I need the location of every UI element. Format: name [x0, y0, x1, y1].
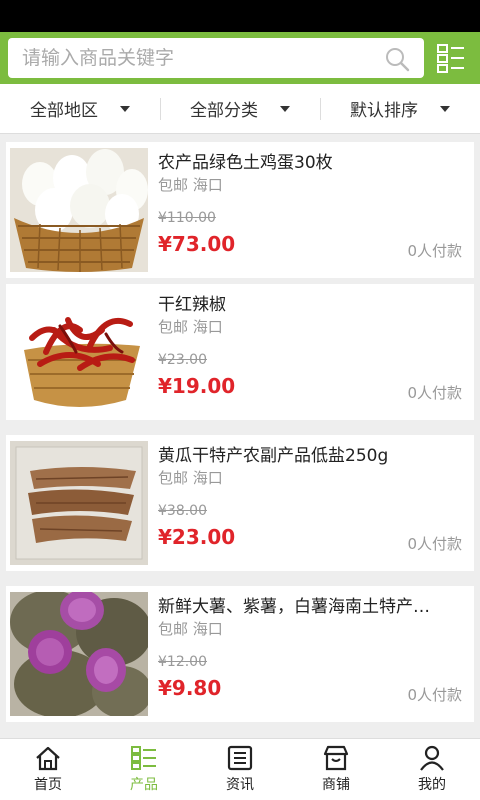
caret-down-icon — [120, 105, 130, 112]
tab-home[interactable]: 首页 — [0, 739, 96, 800]
search-input[interactable] — [22, 47, 372, 69]
product-list: 农产品绿色土鸡蛋30枚 包邮 海口 ¥110.00 ¥73.00 0人付款 干红… — [0, 134, 480, 738]
tab-news-label: 资讯 — [226, 777, 254, 793]
news-icon — [227, 745, 253, 771]
product-card[interactable]: 干红辣椒 包邮 海口 ¥23.00 ¥19.00 0人付款 — [6, 284, 474, 420]
product-paid-count: 0人付款 — [407, 686, 462, 704]
product-paid-count: 0人付款 — [407, 535, 462, 553]
product-image-dried-cucumber — [10, 441, 148, 565]
product-price: ¥73.00 — [158, 232, 236, 256]
filter-category[interactable]: 全部分类 — [160, 84, 320, 133]
tab-store-label: 商铺 — [322, 777, 350, 793]
product-old-price: ¥38.00 — [158, 503, 207, 519]
tab-mine-label: 我的 — [418, 777, 446, 793]
product-image-eggs — [10, 148, 148, 272]
product-paid-count: 0人付款 — [407, 384, 462, 402]
search-box[interactable] — [8, 38, 424, 78]
product-shipping: 包邮 海口 — [158, 620, 223, 638]
store-icon — [323, 745, 349, 771]
filter-sort[interactable]: 默认排序 — [320, 84, 480, 133]
product-shipping: 包邮 海口 — [158, 469, 223, 487]
product-title: 干红辣椒 — [158, 295, 226, 315]
product-price: ¥19.00 — [158, 374, 236, 398]
product-title: 农产品绿色土鸡蛋30枚 — [158, 153, 333, 173]
filter-region-label: 全部地区 — [30, 101, 98, 121]
product-title: 新鲜大薯、紫薯，白薯海南土特产… — [158, 597, 430, 617]
caret-down-icon — [440, 105, 450, 112]
product-image-purple-yam — [10, 592, 148, 716]
category-menu-icon[interactable] — [436, 42, 466, 74]
product-card[interactable]: 新鲜大薯、紫薯，白薯海南土特产… 包邮 海口 ¥12.00 ¥9.80 0人付款 — [6, 586, 474, 722]
product-paid-count: 0人付款 — [407, 242, 462, 260]
product-price: ¥23.00 — [158, 525, 236, 549]
list-icon — [131, 746, 156, 770]
status-bar — [0, 0, 480, 32]
tab-store[interactable]: 商铺 — [288, 739, 384, 800]
tab-products[interactable]: 产品 — [96, 739, 192, 800]
user-icon — [420, 745, 444, 771]
tab-products-label: 产品 — [130, 777, 158, 793]
header-bar — [0, 32, 480, 84]
tab-news[interactable]: 资讯 — [192, 739, 288, 800]
filter-bar: 全部地区 全部分类 默认排序 — [0, 84, 480, 134]
home-icon — [36, 746, 60, 771]
product-title: 黄瓜干特产农副产品低盐250g — [158, 446, 389, 466]
caret-down-icon — [280, 105, 290, 112]
product-old-price: ¥23.00 — [158, 352, 207, 368]
product-image-chili — [10, 290, 148, 414]
filter-category-label: 全部分类 — [190, 101, 258, 121]
filter-region[interactable]: 全部地区 — [0, 84, 160, 133]
tab-mine[interactable]: 我的 — [384, 739, 480, 800]
tab-home-label: 首页 — [34, 777, 62, 793]
bottom-tab-bar: 首页 产品 资讯 商铺 我的 — [0, 738, 480, 800]
product-shipping: 包邮 海口 — [158, 176, 223, 194]
search-icon[interactable] — [384, 46, 410, 72]
product-card[interactable]: 农产品绿色土鸡蛋30枚 包邮 海口 ¥110.00 ¥73.00 0人付款 — [6, 142, 474, 278]
product-price: ¥9.80 — [158, 676, 222, 700]
product-old-price: ¥12.00 — [158, 654, 207, 670]
product-card[interactable]: 黄瓜干特产农副产品低盐250g 包邮 海口 ¥38.00 ¥23.00 0人付款 — [6, 435, 474, 571]
filter-sort-label: 默认排序 — [350, 101, 418, 121]
product-shipping: 包邮 海口 — [158, 318, 223, 336]
product-old-price: ¥110.00 — [158, 210, 216, 226]
